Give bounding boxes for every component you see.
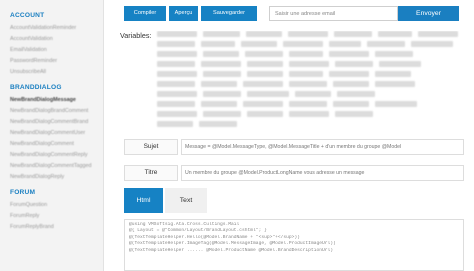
title-row: Titre Un membre du groupe @Model.Product… [124,165,464,181]
variable-chip[interactable] [203,71,241,77]
variable-chip[interactable] [333,101,369,107]
variable-chip[interactable] [289,71,323,77]
sidebar: ACCOUNT AccountValidationReminder Accoun… [0,0,104,271]
variable-chip[interactable] [329,71,369,77]
variable-chip[interactable] [283,41,323,47]
variable-chip[interactable] [241,41,277,47]
variable-chip[interactable] [157,81,195,87]
sidebar-item[interactable]: UnsubscribeAll [10,67,103,78]
variable-chip[interactable] [375,51,413,57]
variable-chip[interactable] [247,111,283,117]
sidebar-item[interactable]: EmailValidation [10,45,103,56]
variable-chip[interactable] [245,51,283,57]
variables-chip-list [155,31,473,132]
variable-chip[interactable] [247,61,283,67]
variable-chip[interactable] [157,41,195,47]
variable-chip[interactable] [157,31,197,37]
variable-chip[interactable] [375,71,411,77]
variable-chip[interactable] [334,31,372,37]
variable-chip[interactable] [379,61,421,67]
variable-chip[interactable] [201,101,237,107]
save-button[interactable]: Sauvegarder [201,6,257,21]
sidebar-item[interactable]: PasswordReminder [10,56,103,67]
variable-chip[interactable] [203,51,239,57]
tab-text[interactable]: Text [165,188,207,213]
code-line: @(TextTemplateHelper ...... @Model.Produ… [129,247,333,253]
variable-chip[interactable] [333,81,369,87]
variable-chip[interactable] [375,101,417,107]
compiler-button[interactable]: Compiler [124,6,166,21]
variable-chip[interactable] [157,71,197,77]
variable-chip[interactable] [247,91,289,97]
sidebar-item[interactable]: AccountValidationReminder [10,23,103,34]
sidebar-section-title: BRANDDIALOG [10,84,62,91]
variable-chip[interactable] [378,31,412,37]
email-input[interactable] [269,6,398,21]
variable-chip[interactable] [203,31,240,37]
title-field[interactable]: Un membre du groupe @Model.ProductLongNa… [181,165,464,181]
sidebar-section-forum: FORUM ForumQuestion ForumReply ForumRepl… [10,188,103,233]
variable-chip[interactable] [247,71,283,77]
variable-chip[interactable] [157,51,197,57]
sidebar-section-branddialog: BRANDDIALOG NewBrandDialogMessage NewBra… [10,83,103,183]
subject-label: Sujet [124,139,178,155]
variables-label: Variables: [120,31,152,40]
variable-chip[interactable] [418,31,458,37]
variable-chip[interactable] [201,41,235,47]
variable-chip[interactable] [289,51,323,57]
variable-chip[interactable] [375,81,415,87]
variable-chip[interactable] [243,81,283,87]
variable-chip[interactable] [199,121,237,127]
sidebar-item[interactable]: AccountValidation [10,34,103,45]
sidebar-item[interactable]: NewBrandDialogReply [10,172,103,183]
title-label: Titre [124,165,178,181]
variable-chip[interactable] [329,51,369,57]
variable-chip[interactable] [157,111,197,117]
sidebar-item[interactable]: NewBrandDialogCommentReply [10,150,103,161]
variable-chip[interactable] [289,111,329,117]
sidebar-section-account: ACCOUNT AccountValidationReminder Accoun… [10,11,103,78]
variable-chip[interactable] [157,61,195,67]
variable-chip[interactable] [157,91,197,97]
variable-chip[interactable] [157,121,193,127]
tab-html[interactable]: Html [124,188,163,213]
variable-chip[interactable] [289,61,329,67]
sidebar-item[interactable]: NewBrandDialogCommentBrand [10,117,103,128]
sidebar-item[interactable]: NewBrandDialogCommentTagged [10,161,103,172]
variable-chip[interactable] [203,111,241,117]
variable-chip[interactable] [203,91,241,97]
variable-chip[interactable] [289,81,327,87]
subject-row: Sujet Message = @Model.MessageType, @Mod… [124,139,464,155]
variable-chip[interactable] [288,31,328,37]
sidebar-item[interactable]: NewBrandDialogBrandComment [10,106,103,117]
sidebar-item-active[interactable]: NewBrandDialogMessage [10,95,103,106]
variable-chip[interactable] [289,101,327,107]
variable-chip[interactable] [337,91,375,97]
variable-chip[interactable] [329,41,361,47]
sidebar-item[interactable]: ForumReply [10,211,103,222]
sidebar-section-title: FORUM [10,189,36,196]
variable-chip[interactable] [157,101,195,107]
sidebar-section-title: ACCOUNT [10,12,45,19]
main-panel: Compiler Aperçu Sauvegarder Envoyer Vari… [114,0,474,271]
variable-chip[interactable] [295,91,331,97]
variable-chip[interactable] [411,41,453,47]
subject-field[interactable]: Message = @Model.MessageType, @Model.Mes… [181,139,464,155]
send-button[interactable]: Envoyer [398,6,459,21]
preview-button[interactable]: Aperçu [169,6,198,21]
code-editor[interactable]: @using VMSoftsig.Ata.Cross.Cultings.Mail… [124,219,464,271]
sidebar-item[interactable]: NewBrandDialogComment [10,139,103,150]
sidebar-item[interactable]: ForumQuestion [10,200,103,211]
sidebar-item[interactable]: NewBrandDialogCommentUser [10,128,103,139]
sidebar-item[interactable]: ForumReplyBrand [10,222,103,233]
variable-chip[interactable] [335,61,373,67]
variable-chip[interactable] [243,101,283,107]
variable-chip[interactable] [367,41,405,47]
variable-chip[interactable] [335,111,373,117]
variable-chip[interactable] [246,31,282,37]
variable-chip[interactable] [201,61,241,67]
variable-chip[interactable] [201,81,237,87]
